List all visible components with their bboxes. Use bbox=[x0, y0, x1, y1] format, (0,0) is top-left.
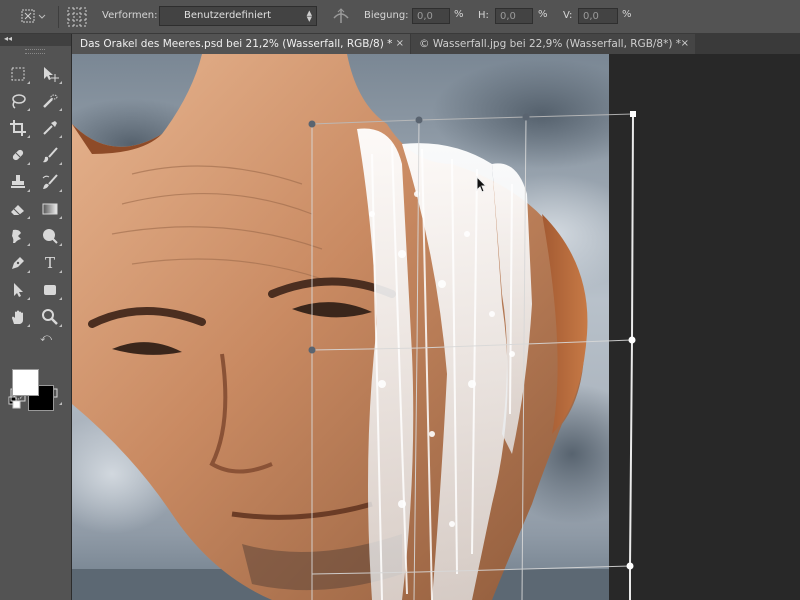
path-selection-icon bbox=[14, 283, 23, 297]
eraser-icon bbox=[11, 205, 24, 216]
tab-wasserfall[interactable]: © Wasserfall.jpg bei 22,9% (Wasserfall, … bbox=[411, 34, 695, 54]
marquee-tool[interactable] bbox=[6, 63, 30, 85]
tools-panel-header: ◂◂ bbox=[0, 34, 71, 46]
warp-orientation-icon bbox=[333, 8, 349, 23]
rectangle-icon bbox=[44, 285, 56, 295]
h-unit: % bbox=[538, 9, 548, 20]
gradient-icon bbox=[42, 203, 58, 215]
zoom-tool[interactable] bbox=[38, 306, 62, 328]
crop-tool[interactable] bbox=[6, 117, 30, 139]
options-bar: Verformen: Benutzerdefiniert ▲ ▼ Biegung:… bbox=[0, 0, 800, 34]
quick-selection-tool[interactable] bbox=[38, 90, 62, 112]
hand-icon bbox=[12, 310, 23, 324]
brush-icon bbox=[43, 147, 58, 163]
document-tab-bar: Das Orakel des Meeres.psd bei 21,2% (Was… bbox=[72, 34, 800, 54]
change-warp-orientation-button[interactable] bbox=[331, 6, 351, 26]
grid-icon bbox=[67, 7, 87, 27]
dodge-icon bbox=[43, 229, 58, 244]
collapse-panel-icon[interactable]: ◂◂ bbox=[4, 34, 12, 43]
swap-colors-button[interactable]: ⤺ bbox=[38, 330, 54, 346]
tab-orakel-des-meeres[interactable]: Das Orakel des Meeres.psd bei 21,2% (Was… bbox=[72, 34, 410, 54]
bend-label: Biegung: bbox=[364, 10, 409, 21]
v-label: V: bbox=[563, 10, 573, 21]
close-icon[interactable]: × bbox=[396, 34, 404, 54]
zoom-icon bbox=[42, 309, 58, 325]
clone-stamp-tool[interactable] bbox=[6, 171, 30, 193]
foreground-color-swatch[interactable] bbox=[12, 369, 39, 396]
marquee-icon bbox=[11, 67, 25, 81]
eyedropper-icon bbox=[43, 121, 57, 135]
healing-brush-tool[interactable] bbox=[6, 144, 30, 166]
swap-arrows-icon: ⤺ bbox=[40, 331, 52, 344]
bend-input[interactable]: 0,0 bbox=[412, 8, 450, 24]
path-selection-tool[interactable] bbox=[6, 279, 30, 301]
rectangle-tool[interactable] bbox=[38, 279, 62, 301]
canvas-area[interactable] bbox=[72, 54, 800, 600]
pen-icon bbox=[12, 257, 24, 269]
select-arrows-icon: ▲ ▼ bbox=[306, 9, 312, 23]
close-icon[interactable]: × bbox=[681, 34, 689, 54]
v-unit: % bbox=[622, 9, 632, 20]
history-brush-tool[interactable] bbox=[38, 171, 62, 193]
lasso-tool[interactable] bbox=[6, 90, 30, 112]
warp-style-value: Benutzerdefiniert bbox=[184, 10, 272, 21]
tab-title: Das Orakel des Meeres.psd bei 21,2% (Was… bbox=[80, 38, 393, 50]
brush-tool[interactable] bbox=[38, 144, 62, 166]
type-icon: T bbox=[44, 254, 55, 272]
tab-title: © Wasserfall.jpg bei 22,9% (Wasserfall, … bbox=[419, 38, 682, 50]
warp-grid[interactable] bbox=[72, 54, 800, 600]
quick-selection-icon bbox=[43, 94, 58, 108]
pen-tool[interactable] bbox=[6, 252, 30, 274]
h-label: H: bbox=[478, 10, 489, 21]
bend-unit: % bbox=[454, 9, 464, 20]
warp-grid-toggle[interactable] bbox=[66, 6, 88, 28]
warp-tool-icon bbox=[21, 9, 46, 23]
healing-brush-icon bbox=[12, 149, 24, 161]
v-distortion-input[interactable]: 0,0 bbox=[578, 8, 618, 24]
clone-stamp-icon bbox=[11, 175, 25, 188]
move-icon bbox=[44, 67, 59, 82]
panel-grip[interactable] bbox=[25, 49, 45, 54]
tool-preset-picker[interactable] bbox=[20, 7, 46, 25]
warp-label: Verformen: bbox=[102, 10, 158, 21]
h-distortion-input[interactable]: 0,0 bbox=[495, 8, 533, 24]
move-tool[interactable] bbox=[38, 63, 62, 85]
gradient-tool[interactable] bbox=[38, 198, 62, 220]
crop-icon bbox=[10, 120, 26, 136]
dodge-tool[interactable] bbox=[38, 225, 62, 247]
history-brush-icon bbox=[42, 174, 58, 189]
hand-tool[interactable] bbox=[6, 306, 30, 328]
eraser-tool[interactable] bbox=[6, 198, 30, 220]
tools-panel: ◂◂ T ⤺ bbox=[0, 34, 72, 600]
smudge-icon bbox=[12, 229, 21, 243]
warp-style-select[interactable]: Benutzerdefiniert ▲ ▼ bbox=[159, 6, 317, 26]
smudge-tool[interactable] bbox=[6, 225, 30, 247]
type-tool[interactable]: T bbox=[38, 252, 62, 274]
mouse-cursor-icon bbox=[476, 176, 488, 193]
eyedropper-tool[interactable] bbox=[38, 117, 62, 139]
lasso-icon bbox=[12, 94, 26, 109]
